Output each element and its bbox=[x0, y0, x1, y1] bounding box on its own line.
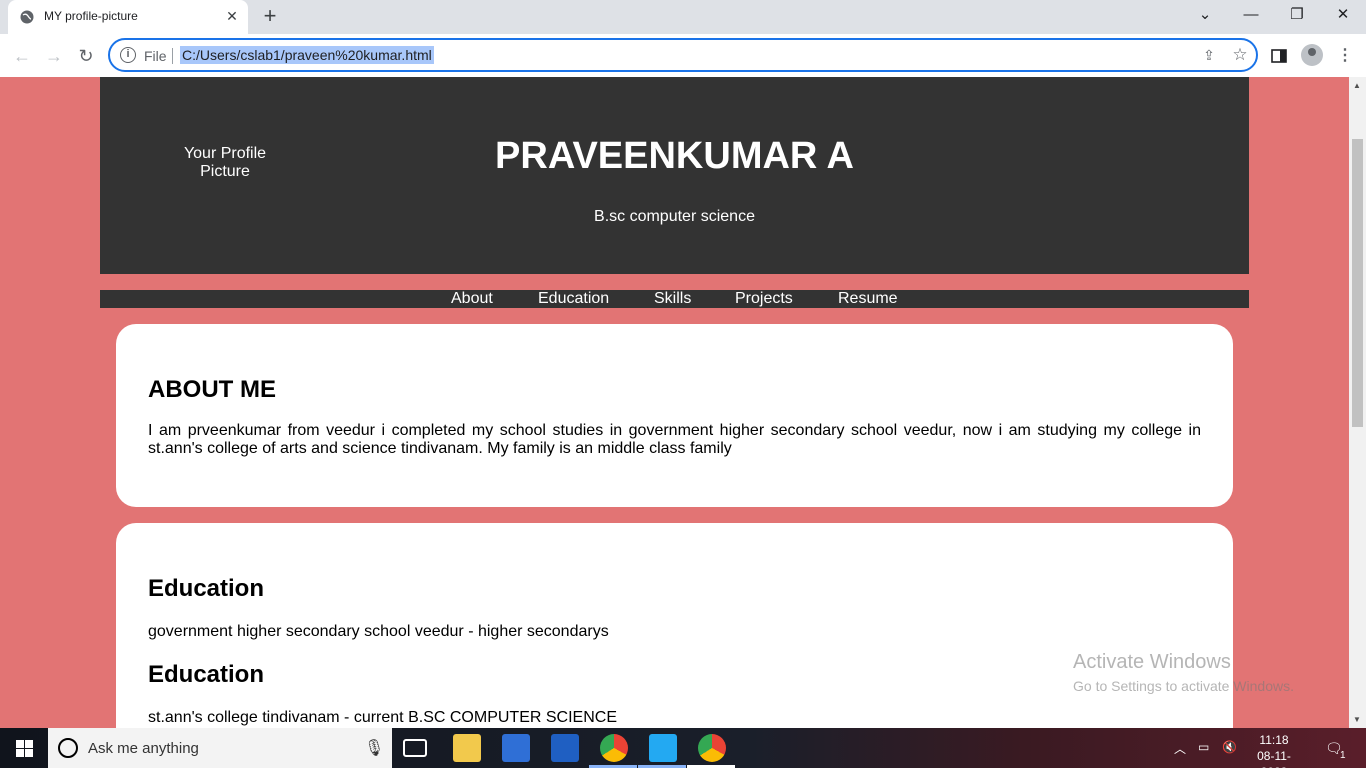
divider bbox=[172, 48, 173, 64]
vscode-icon[interactable] bbox=[649, 734, 677, 762]
profile-name: PRAVEENKUMAR A bbox=[495, 135, 854, 177]
taskbar: Ask me anything 🎙 ︿ ▭ 🔇 11:18 08-11-2023… bbox=[0, 728, 1366, 768]
education-heading: Education bbox=[148, 661, 265, 688]
task-view-icon[interactable] bbox=[403, 739, 427, 757]
cortana-icon bbox=[58, 738, 78, 758]
education-item: government higher secondary school veedu… bbox=[148, 623, 609, 640]
tab-search-icon[interactable]: ⌄ bbox=[1182, 0, 1228, 32]
forward-button[interactable]: → bbox=[43, 45, 65, 67]
about-section: ABOUT ME I am prveenkumar from veedur i … bbox=[116, 324, 1233, 507]
education-heading: Education bbox=[148, 575, 265, 602]
chrome-icon[interactable] bbox=[600, 734, 628, 762]
address-bar[interactable]: i File C:/Users/cslab1/praveen%20kumar.h… bbox=[108, 38, 1258, 72]
tab-strip: MY profile-picture ✕ + ⌄ — ❐ ✕ bbox=[0, 0, 1366, 34]
scroll-up-arrow-icon[interactable]: ▲ bbox=[1353, 81, 1361, 90]
minimize-button[interactable]: — bbox=[1228, 0, 1274, 32]
profile-header: Your Profile Picture PRAVEENKUMAR A B.sc… bbox=[100, 77, 1249, 274]
back-button[interactable]: ← bbox=[11, 45, 33, 67]
education-section: Education government higher secondary sc… bbox=[116, 523, 1233, 728]
tab-close-icon[interactable]: ✕ bbox=[224, 8, 240, 24]
search-placeholder: Ask me anything bbox=[88, 740, 199, 757]
mail-icon[interactable] bbox=[551, 734, 579, 762]
chrome-active-icon[interactable] bbox=[698, 734, 726, 762]
tab-title: MY profile-picture bbox=[44, 9, 138, 23]
globe-icon bbox=[20, 10, 34, 24]
vertical-scrollbar[interactable]: ▲ ▼ bbox=[1349, 77, 1366, 728]
site-nav: About Education Skills Projects Resume bbox=[100, 290, 1249, 308]
profile-degree: B.sc computer science bbox=[594, 208, 755, 225]
about-heading: ABOUT ME bbox=[148, 376, 276, 403]
store-icon[interactable] bbox=[502, 734, 530, 762]
site-info-icon[interactable]: i bbox=[120, 47, 136, 63]
scroll-down-arrow-icon[interactable]: ▼ bbox=[1353, 715, 1361, 724]
taskbar-search-box[interactable]: Ask me anything 🎙 bbox=[48, 728, 392, 768]
side-panel-icon[interactable] bbox=[1268, 45, 1290, 67]
restore-button[interactable]: ❐ bbox=[1274, 0, 1320, 32]
scrollbar-thumb[interactable] bbox=[1352, 139, 1363, 427]
more-menu-icon[interactable]: ⋮ bbox=[1334, 45, 1356, 67]
about-text: I am prveenkumar from veedur i completed… bbox=[148, 422, 1201, 457]
bookmark-star-icon[interactable]: ☆ bbox=[1230, 45, 1250, 65]
nav-link-resume[interactable]: Resume bbox=[838, 290, 898, 308]
system-clock[interactable]: 11:18 08-11-2023 bbox=[1244, 732, 1304, 768]
page-viewport: Your Profile Picture PRAVEENKUMAR A B.sc… bbox=[0, 77, 1349, 728]
network-icon[interactable]: ▭ bbox=[1198, 740, 1209, 754]
browser-tab[interactable]: MY profile-picture ✕ bbox=[8, 0, 248, 34]
nav-link-skills[interactable]: Skills bbox=[654, 290, 691, 308]
watermark-subtitle: Go to Settings to activate Windows. bbox=[1073, 678, 1294, 694]
close-window-button[interactable]: ✕ bbox=[1320, 0, 1366, 32]
scheme-label: File bbox=[144, 48, 167, 64]
reload-button[interactable]: ↻ bbox=[75, 45, 97, 67]
browser-toolbar: ← → ↻ i File C:/Users/cslab1/praveen%20k… bbox=[0, 34, 1366, 77]
windows-logo-icon bbox=[16, 740, 24, 748]
profile-avatar-icon[interactable] bbox=[1301, 44, 1323, 66]
microphone-icon[interactable]: 🎙 bbox=[364, 738, 384, 758]
start-button[interactable] bbox=[0, 728, 48, 768]
nav-link-projects[interactable]: Projects bbox=[735, 290, 793, 308]
show-hidden-icons[interactable]: ︿ bbox=[1174, 740, 1186, 757]
watermark-title: Activate Windows bbox=[1073, 651, 1231, 673]
volume-muted-icon[interactable]: 🔇 bbox=[1222, 740, 1237, 754]
activate-windows-watermark: Activate Windows Go to Settings to activ… bbox=[1073, 651, 1294, 694]
clock-time: 11:18 bbox=[1259, 733, 1289, 747]
nav-link-about[interactable]: About bbox=[451, 290, 493, 308]
share-icon[interactable]: ⇪ bbox=[1200, 46, 1218, 64]
new-tab-button[interactable]: + bbox=[259, 5, 281, 28]
notification-count: 1 bbox=[1340, 750, 1346, 761]
education-item: st.ann's college tindivanam - current B.… bbox=[148, 709, 617, 726]
file-explorer-icon[interactable] bbox=[453, 734, 481, 762]
url-text[interactable]: C:/Users/cslab1/praveen%20kumar.html bbox=[180, 46, 434, 64]
clock-date: 08-11-2023 bbox=[1257, 749, 1291, 768]
nav-link-education[interactable]: Education bbox=[538, 290, 609, 308]
